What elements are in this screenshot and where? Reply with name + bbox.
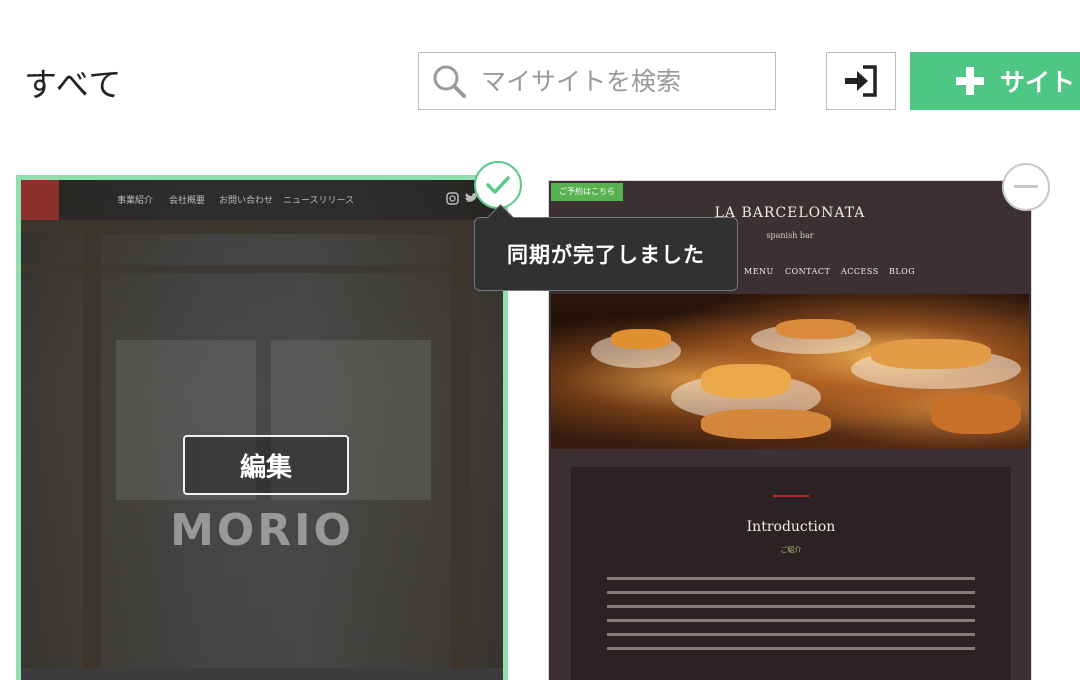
preview-nav-item: 事業紹介 (117, 196, 154, 206)
preview-intro-subtitle: ご紹介 (780, 546, 802, 554)
preview-footer (21, 668, 503, 680)
search-box[interactable] (418, 52, 776, 110)
plus-icon (956, 67, 984, 95)
preview-logo (21, 180, 59, 220)
add-site-button[interactable]: サイト (910, 52, 1080, 110)
add-site-label: サイト (1000, 68, 1076, 97)
my-sites-page: すべて サイト (0, 0, 1080, 680)
check-icon (486, 176, 510, 194)
sync-tooltip: 同期が完了しました (474, 204, 738, 291)
site-preview: 事業紹介 会社概要 お問い合わせ ニュースリリース MORIO (21, 180, 503, 680)
search-icon (433, 65, 466, 98)
sync-status-indicator[interactable] (474, 161, 522, 209)
preview-nav-item: MENU (744, 267, 774, 276)
preview-nav-item: BLOG (889, 267, 916, 276)
preview-intro-section: Introduction ご紹介 (571, 467, 1011, 680)
preview-intro-title: Introduction (746, 519, 836, 535)
sign-in-icon (845, 65, 877, 97)
preview-tagline (191, 573, 341, 583)
preview-nav-item: ACCESS (841, 267, 879, 276)
preview-reservation-badge: ご予約はこちら (551, 183, 623, 201)
preview-nav-item: お問い合わせ (219, 196, 274, 206)
preview-brand: MORIO (170, 505, 354, 556)
minus-icon (1014, 185, 1038, 188)
edit-button[interactable]: 編集 (183, 435, 349, 495)
preview-nav-item: CONTACT (785, 267, 831, 276)
preview-nav-item: ニュースリリース (283, 196, 355, 206)
import-site-button[interactable] (826, 52, 896, 110)
search-input[interactable] (481, 66, 751, 96)
preview-nav-item: 会社概要 (169, 196, 206, 206)
site-card[interactable]: 事業紹介 会社概要 お問い合わせ ニュースリリース MORIO 編集 (16, 175, 508, 680)
sync-tooltip-text: 同期が完了しました (507, 243, 705, 267)
remove-site-button[interactable] (1002, 163, 1050, 211)
page-title: すべて (24, 65, 123, 104)
preview-hero-image (551, 294, 1029, 449)
